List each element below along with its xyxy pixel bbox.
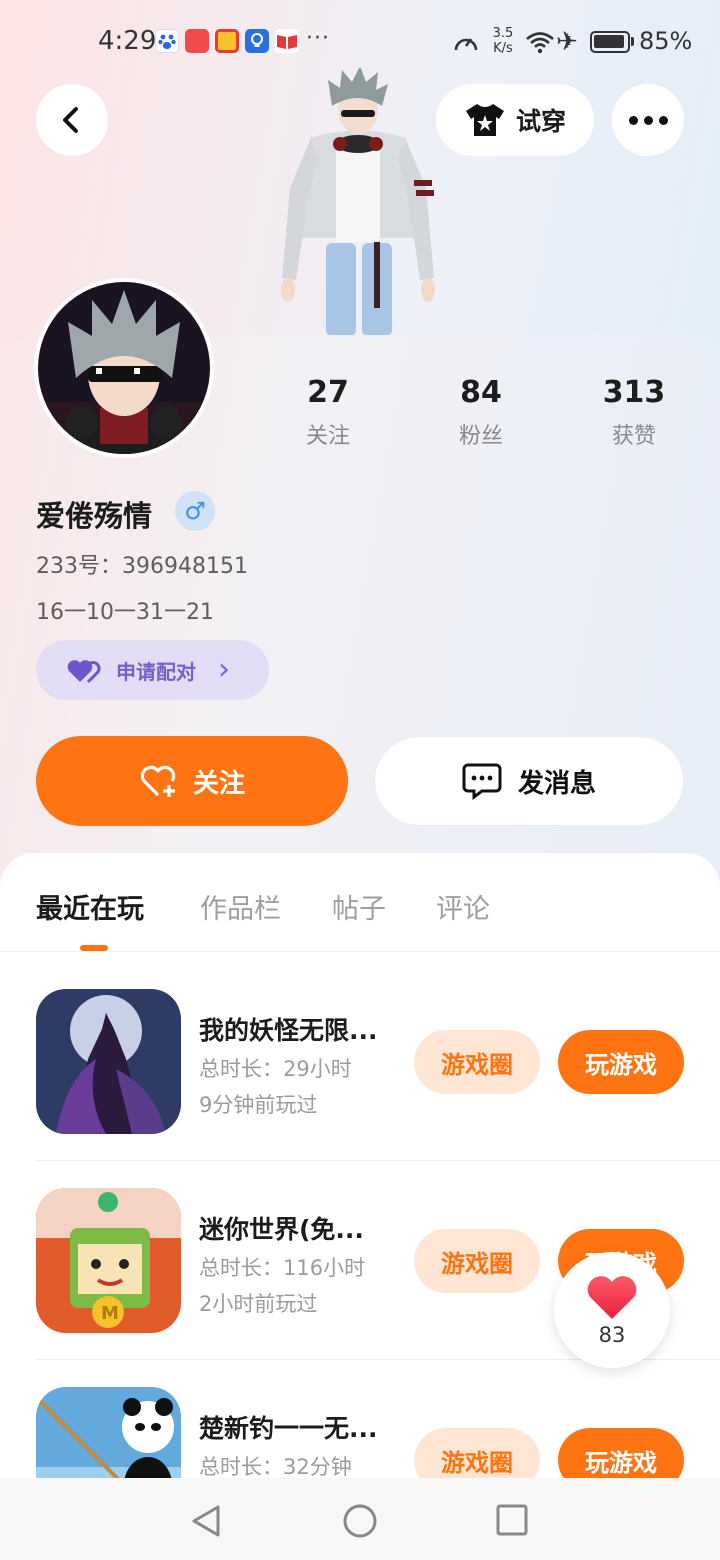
game-icon-yokai[interactable]: [36, 989, 181, 1134]
speed-gauge-icon: [452, 30, 480, 58]
divider: [36, 1160, 720, 1161]
bulb-app-icon: [245, 29, 269, 53]
game-icon-mini-world[interactable]: M: [36, 1188, 181, 1333]
svg-text:M: M: [101, 1303, 119, 1324]
follow-label: 关注: [192, 768, 245, 799]
like-count: 83: [598, 1323, 626, 1347]
tab-recently-played[interactable]: 最近在玩: [36, 887, 144, 926]
like-float-button[interactable]: 83: [554, 1252, 670, 1368]
double-heart-icon: [67, 660, 101, 684]
fans-count[interactable]: 84: [421, 375, 541, 410]
game-title: 楚新钓一一无...: [199, 1414, 378, 1443]
heart-icon: [587, 1276, 637, 1319]
following-label: 关注: [305, 424, 350, 449]
status-more-indicator: ···: [306, 26, 330, 51]
more-dot-icon: [628, 115, 638, 125]
likes-label: 获赞: [611, 424, 656, 449]
more-options-button[interactable]: [612, 84, 684, 156]
more-dot-icon: [643, 115, 653, 125]
male-gender-icon: ♂: [175, 491, 215, 531]
send-message-button[interactable]: 发消息: [374, 736, 684, 826]
likes-count[interactable]: 313: [574, 375, 694, 410]
game-title: 迷你世界(免...: [199, 1215, 364, 1244]
try-on-label: 试穿: [515, 107, 566, 136]
airplane-mode-icon: ✈: [556, 27, 578, 57]
battery-icon: [590, 31, 630, 53]
shirt-icon: [465, 104, 504, 136]
following-count[interactable]: 27: [268, 375, 388, 410]
status-time: 4:29: [98, 26, 157, 56]
game-playtime: 总时长：116小时: [199, 1256, 366, 1280]
video-app-icon: [215, 29, 239, 53]
game-last-played: 2小时前玩过: [199, 1292, 318, 1316]
birthday: 16一10一31一21: [36, 600, 214, 625]
game-last-played: 9分钟前玩过: [199, 1093, 318, 1117]
huawei-app-icon: [185, 29, 209, 53]
username: 爱倦殇情: [36, 499, 153, 533]
tab-posts[interactable]: 帖子: [332, 887, 386, 926]
play-game-button[interactable]: 玩游戏: [558, 1030, 684, 1094]
divider: [0, 951, 720, 952]
net-speed: 3.5 K/s: [492, 26, 514, 56]
chevron-left-icon: [63, 107, 78, 133]
send-message-label: 发消息: [517, 768, 596, 799]
battery-level: 85%: [639, 27, 693, 55]
tab-works[interactable]: 作品栏: [200, 887, 281, 926]
nav-back-icon[interactable]: [190, 1504, 222, 1538]
follow-button[interactable]: 关注: [36, 736, 348, 826]
user-id: 233号：396948151: [36, 554, 248, 579]
battery-tip: [631, 37, 634, 46]
nav-recents-icon[interactable]: [496, 1504, 528, 1536]
system-nav-bar: [0, 1478, 720, 1560]
wifi-icon: [525, 30, 555, 58]
nav-home-icon[interactable]: [342, 1503, 378, 1539]
list-item[interactable]: 我的妖怪无限... 总时长：29小时 9分钟前玩过 游戏圈 玩游戏: [0, 989, 720, 1189]
more-dot-icon: [658, 115, 668, 125]
content-sheet: 最近在玩 作品栏 帖子 评论 我的妖怪无限... 总时长：29小时 9分钟前玩过…: [0, 853, 720, 1560]
avatar-3d-figure[interactable]: [268, 66, 448, 336]
game-circle-button[interactable]: 游戏圈: [414, 1229, 540, 1293]
book-app-icon: [275, 29, 299, 53]
chevron-right-icon: ›: [218, 652, 230, 687]
try-on-button[interactable]: 试穿: [436, 84, 594, 156]
game-playtime: 总时长：29小时: [199, 1057, 352, 1081]
game-title: 我的妖怪无限...: [199, 1016, 378, 1045]
apply-pair-button[interactable]: 申请配对 ›: [36, 640, 269, 700]
fans-label: 粉丝: [458, 424, 503, 449]
apply-pair-label: 申请配对: [116, 659, 196, 684]
avatar[interactable]: [34, 278, 214, 458]
baidu-app-icon: [155, 29, 179, 53]
heart-plus-icon: [140, 765, 176, 797]
game-circle-button[interactable]: 游戏圈: [414, 1030, 540, 1094]
back-button[interactable]: [36, 84, 108, 156]
tab-comments[interactable]: 评论: [436, 887, 490, 926]
chat-bubble-icon: [462, 763, 502, 800]
game-playtime: 总时长：32分钟: [199, 1455, 352, 1479]
